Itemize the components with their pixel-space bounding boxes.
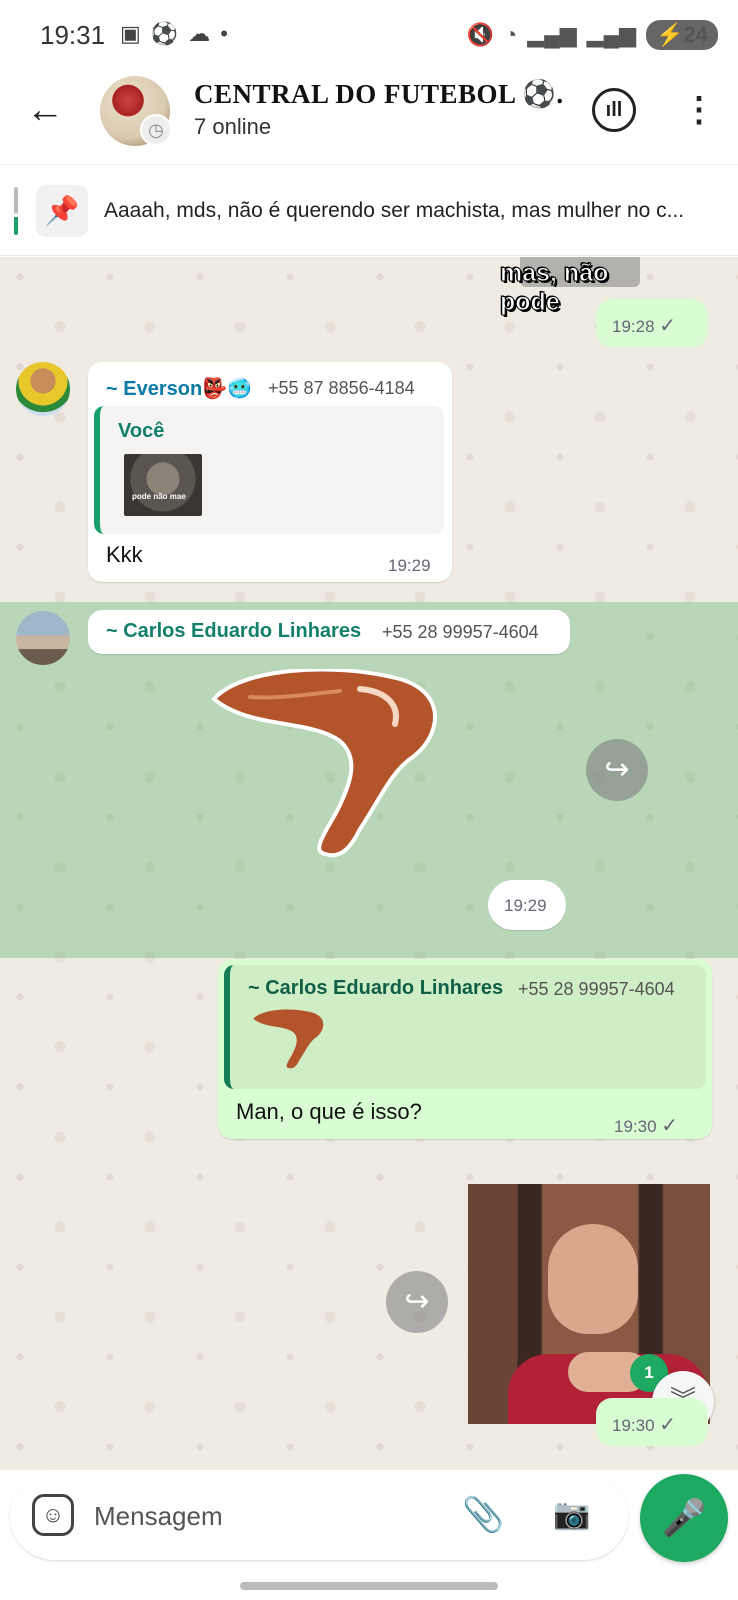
battery-badge: ⚡24 bbox=[646, 20, 718, 50]
chat-header: ← ◷ CENTRAL DO FUTEBOL ⚽... 7 online ıll… bbox=[0, 64, 738, 164]
pinned-indicator bbox=[14, 187, 18, 235]
quote-author: Você bbox=[118, 420, 165, 442]
voice-chat-icon[interactable]: ıll bbox=[592, 88, 636, 132]
chat-area[interactable]: mas, não pode 19:28 ✓ ~ Everson👺🥶 +55 87… bbox=[0, 257, 738, 1470]
group-online-count: 7 online bbox=[194, 114, 272, 139]
avatar[interactable] bbox=[16, 362, 70, 416]
quoted-message[interactable]: Você pode não mae bbox=[94, 406, 444, 534]
quote-thumbnail bbox=[253, 1009, 324, 1069]
microphone-icon[interactable]: 🎤 bbox=[640, 1474, 728, 1562]
soccer-ball-icon: ⚽ bbox=[150, 21, 179, 46]
sender-name[interactable]: ~ Everson👺🥶 bbox=[106, 376, 252, 401]
status-bar: 19:31 ▣ ⚽ ☁ • 🔇 ◔ ▂▄▆ ▂▄▆ ⚡24 bbox=[0, 0, 738, 64]
sticker-message-out[interactable]: mas, não pode bbox=[500, 257, 660, 317]
message-time: 19:29 bbox=[388, 556, 431, 575]
status-time: 19:31 bbox=[40, 20, 106, 50]
message-time: 19:30 ✓ bbox=[596, 1398, 708, 1446]
screenshot-icon: ▣ bbox=[120, 21, 141, 46]
wifi-icon: ◔ bbox=[503, 22, 518, 47]
message-text: Man, o que é isso? bbox=[236, 1099, 422, 1124]
sender-header-bubble[interactable]: ~ Carlos Eduardo Linhares +55 28 99957-4… bbox=[88, 610, 570, 654]
sticker-image[interactable] bbox=[210, 669, 450, 869]
camera-icon[interactable]: 📷 bbox=[550, 1492, 594, 1538]
thumbnail-caption: pode não mae bbox=[132, 492, 186, 501]
sent-check-icon: ✓ bbox=[659, 1414, 677, 1436]
disappearing-timer-icon: ◷ bbox=[140, 114, 172, 146]
sent-check-icon: ✓ bbox=[661, 1115, 679, 1137]
message-bubble-in[interactable]: ~ Everson👺🥶 +55 87 8856-4184 Você pode n… bbox=[88, 362, 452, 582]
quoted-message[interactable]: ~ Carlos Eduardo Linhares +55 28 99957-4… bbox=[224, 965, 706, 1089]
pinned-message-text: Aaaah, mds, não é querendo ser machista,… bbox=[104, 199, 685, 222]
quote-phone: +55 28 99957-4604 bbox=[518, 979, 675, 999]
signal-icon-2: ▂▄▆ bbox=[586, 22, 637, 47]
forward-icon[interactable]: ↪ bbox=[386, 1271, 448, 1333]
pin-icon: 📌 bbox=[36, 185, 88, 237]
sender-name[interactable]: ~ Carlos Eduardo Linhares bbox=[106, 620, 361, 643]
message-time: 19:28 ✓ bbox=[596, 299, 708, 347]
sender-phone: +55 87 8856-4184 bbox=[268, 378, 415, 398]
sender-phone: +55 28 99957-4604 bbox=[382, 622, 539, 642]
more-options-icon[interactable]: ⋮ bbox=[682, 88, 716, 134]
group-title[interactable]: CENTRAL DO FUTEBOL ⚽... bbox=[194, 78, 564, 110]
message-bubble-out[interactable]: ~ Carlos Eduardo Linhares +55 28 99957-4… bbox=[218, 959, 712, 1139]
avatar[interactable] bbox=[16, 611, 70, 665]
message-input[interactable] bbox=[94, 1498, 434, 1534]
message-time: 19:29 bbox=[504, 896, 547, 915]
quote-thumbnail: pode não mae bbox=[124, 454, 202, 516]
image-face bbox=[548, 1224, 638, 1334]
sent-check-icon: ✓ bbox=[659, 315, 677, 337]
message-text: Kkk bbox=[106, 542, 143, 567]
message-composer: ☺ 📎 📷 bbox=[10, 1472, 628, 1560]
navigation-handle[interactable] bbox=[240, 1582, 498, 1590]
message-time-bubble: 19:29 bbox=[488, 880, 566, 930]
pinned-message-bar[interactable]: 📌 Aaaah, mds, não é querendo ser machist… bbox=[0, 164, 738, 256]
cloud-icon: ☁ bbox=[188, 21, 211, 46]
quote-author: ~ Carlos Eduardo Linhares bbox=[248, 977, 504, 999]
back-arrow-icon[interactable]: ← bbox=[26, 90, 70, 134]
mute-icon: 🔇 bbox=[466, 22, 494, 47]
dot-icon: • bbox=[220, 21, 228, 46]
signal-icon: ▂▄▆ bbox=[527, 22, 577, 47]
message-time: 19:30 ✓ bbox=[614, 1115, 679, 1137]
attach-paperclip-icon[interactable]: 📎 bbox=[462, 1492, 504, 1538]
sticker-emoji-icon[interactable]: ☺ bbox=[32, 1494, 74, 1536]
forward-icon[interactable]: ↪ bbox=[586, 739, 648, 801]
